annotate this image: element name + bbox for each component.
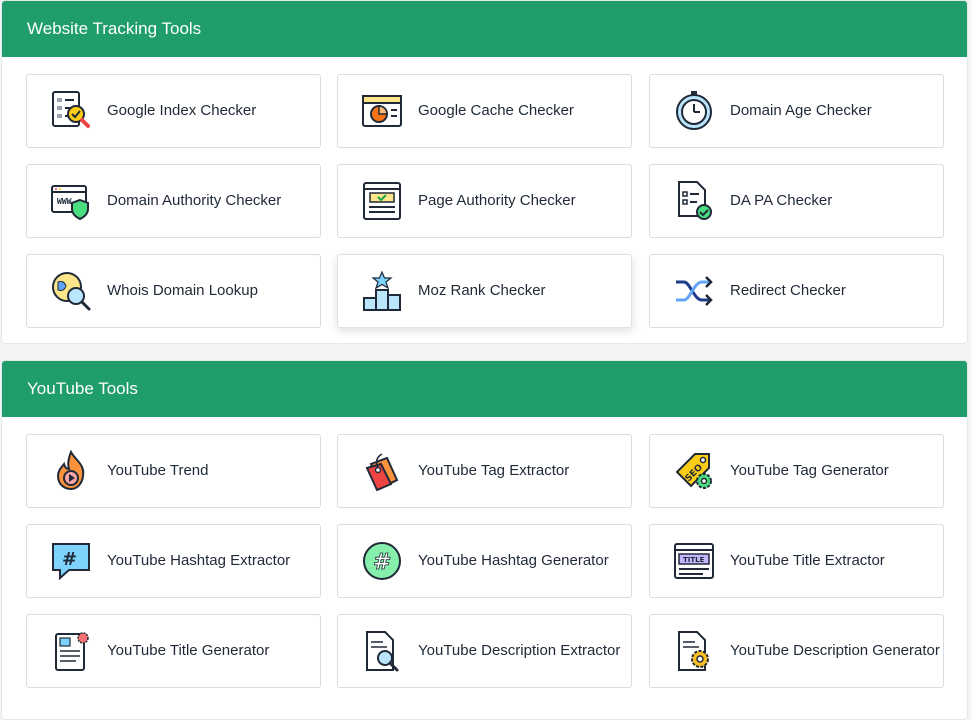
webpage-check-icon (360, 179, 404, 223)
hashtag-chat-icon: # (49, 539, 93, 583)
title-window-icon: TITLE (672, 539, 716, 583)
flame-play-icon (49, 449, 93, 493)
document-cog-icon (672, 629, 716, 673)
tool-label: Google Cache Checker (418, 102, 574, 119)
tool-label: YouTube Title Extractor (730, 552, 885, 569)
tool-card-moz-rank-checker[interactable]: Moz Rank Checker (337, 254, 632, 328)
tool-card-whois-domain-lookup[interactable]: Whois Domain Lookup (26, 254, 321, 328)
tool-label: YouTube Description Extractor (418, 642, 621, 659)
section-title: YouTube Tools (2, 361, 967, 417)
tool-label: YouTube Title Generator (107, 642, 270, 659)
tool-card-domain-authority-checker[interactable]: WWW Domain Authority Checker (26, 164, 321, 238)
globe-magnifier-icon (49, 269, 93, 313)
svg-text:#: # (373, 550, 391, 575)
tool-label: Moz Rank Checker (418, 282, 546, 299)
tool-label: YouTube Hashtag Generator (418, 552, 609, 569)
tool-label: DA PA Checker (730, 192, 833, 209)
section-title: Website Tracking Tools (2, 1, 967, 57)
tool-label: Whois Domain Lookup (107, 282, 258, 299)
hashtag-circle-icon: # (360, 539, 404, 583)
tool-label: Google Index Checker (107, 102, 257, 119)
index-checklist-icon (49, 89, 93, 133)
tool-card-youtube-tag-extractor[interactable]: YouTube Tag Extractor (337, 434, 632, 508)
svg-text:#: # (62, 549, 77, 570)
tool-card-domain-age-checker[interactable]: Domain Age Checker (649, 74, 944, 148)
document-gear-icon (49, 629, 93, 673)
tool-card-google-cache-checker[interactable]: Google Cache Checker (337, 74, 632, 148)
tool-card-page-authority-checker[interactable]: Page Authority Checker (337, 164, 632, 238)
tool-card-youtube-trend[interactable]: YouTube Trend (26, 434, 321, 508)
document-check-icon (672, 179, 716, 223)
website-tracking-tools-section: Website Tracking Tools Google Index Chec… (1, 0, 968, 344)
tool-label: YouTube Trend (107, 462, 209, 479)
tool-card-redirect-checker[interactable]: Redirect Checker (649, 254, 944, 328)
svg-text:TITLE: TITLE (683, 556, 705, 564)
svg-text:WWW: WWW (57, 197, 72, 206)
tool-card-youtube-description-generator[interactable]: YouTube Description Generator (649, 614, 944, 688)
tool-label: Domain Age Checker (730, 102, 872, 119)
price-tag-icon (360, 449, 404, 493)
tool-card-youtube-hashtag-generator[interactable]: # YouTube Hashtag Generator (337, 524, 632, 598)
shuffle-arrows-icon (672, 269, 716, 313)
tool-label: YouTube Tag Extractor (418, 462, 570, 479)
tool-card-google-index-checker[interactable]: Google Index Checker (26, 74, 321, 148)
tool-label: YouTube Tag Generator (730, 462, 889, 479)
tool-label: YouTube Hashtag Extractor (107, 552, 291, 569)
tool-card-youtube-description-extractor[interactable]: YouTube Description Extractor (337, 614, 632, 688)
tool-label: YouTube Description Generator (730, 642, 940, 659)
tool-card-youtube-tag-generator[interactable]: SEO YouTube Tag Generator (649, 434, 944, 508)
browser-pie-icon (360, 89, 404, 133)
tool-card-da-pa-checker[interactable]: DA PA Checker (649, 164, 944, 238)
podium-star-icon (360, 269, 404, 313)
tool-card-youtube-title-extractor[interactable]: TITLE YouTube Title Extractor (649, 524, 944, 598)
tool-card-youtube-title-generator[interactable]: YouTube Title Generator (26, 614, 321, 688)
seo-tag-gear-icon: SEO (672, 449, 716, 493)
document-magnifier-icon (360, 629, 404, 673)
tool-label: Domain Authority Checker (107, 192, 282, 209)
tool-label: Redirect Checker (730, 282, 846, 299)
tool-card-youtube-hashtag-extractor[interactable]: # YouTube Hashtag Extractor (26, 524, 321, 598)
tool-label: Page Authority Checker (418, 192, 576, 209)
youtube-tools-section: YouTube Tools YouTube Trend YouTube Tag … (1, 360, 968, 720)
stopwatch-icon (672, 89, 716, 133)
www-shield-icon: WWW (49, 179, 93, 223)
